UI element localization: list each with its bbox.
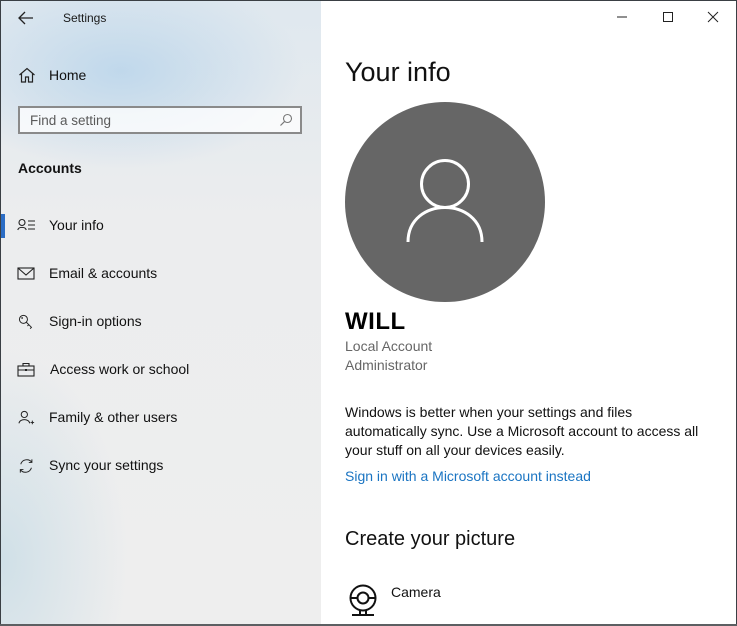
account-type: Local Account [345,338,433,354]
sidebar: Settings Home Accounts Your info [1,1,321,625]
camera-label: Camera [391,584,441,600]
webcam-icon [349,584,377,616]
close-button[interactable] [690,1,736,33]
minimize-button[interactable] [599,1,645,33]
settings-window: Settings Home Accounts Your info [1,1,736,625]
sync-description: Windows is better when your settings and… [345,404,699,458]
sidebar-item-sign-in-options[interactable]: Sign-in options [1,302,321,342]
user-name: WILL [345,308,406,335]
person-list-icon [17,218,35,231]
camera-option[interactable]: Camera [345,581,505,621]
account-role: Administrator [345,357,428,373]
main-content: Your info WILL Local Account Administrat… [321,1,736,625]
home-label: Home [49,67,87,83]
sidebar-item-your-info[interactable]: Your info [1,206,321,246]
search-icon[interactable] [279,113,293,127]
avatar [345,102,545,302]
briefcase-icon [17,362,35,377]
arrow-left-icon [18,11,33,25]
section-label-accounts: Accounts [18,160,82,176]
back-button[interactable] [13,7,39,29]
sidebar-item-label: Your info [49,217,104,233]
user-avatar-icon [406,159,484,243]
sidebar-item-access-work-school[interactable]: Access work or school [1,350,321,390]
sidebar-item-label: Sign-in options [49,313,142,329]
create-picture-heading: Create your picture [345,528,516,550]
page-title: Your info [345,57,451,87]
window-title: Settings [63,11,107,25]
sidebar-item-label: Family & other users [49,409,178,425]
key-icon [18,314,33,330]
sidebar-item-family-other-users[interactable]: Family & other users [1,398,321,438]
sync-icon [19,459,33,473]
sidebar-item-email-accounts[interactable]: Email & accounts [1,254,321,294]
sidebar-item-label: Email & accounts [49,265,158,281]
search-box [18,106,302,134]
sidebar-item-label: Sync your settings [49,457,164,473]
minimize-icon [617,16,627,18]
sidebar-item-label: Access work or school [50,361,190,377]
maximize-button[interactable] [645,1,691,33]
maximize-icon [663,12,673,22]
active-indicator [1,214,5,238]
sidebar-home[interactable]: Home [1,59,321,91]
mail-icon [17,267,35,280]
search-input[interactable] [20,108,280,132]
person-add-icon [18,410,35,425]
home-icon [19,67,35,83]
sidebar-item-sync-settings[interactable]: Sync your settings [1,446,321,486]
sign-in-microsoft-link[interactable]: Sign in with a Microsoft account instead [345,468,591,484]
close-icon [707,11,719,23]
